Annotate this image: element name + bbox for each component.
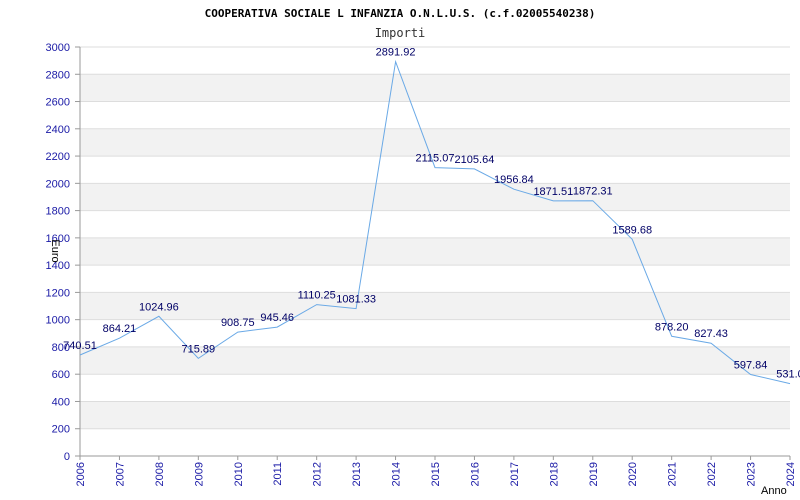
line-chart: COOPERATIVA SOCIALE L INFANZIA O.N.L.U.S… [46,7,800,497]
data-label: 597.84 [734,359,768,371]
data-label: 827.43 [694,328,728,340]
chart-subtitle: Importi [375,26,426,40]
x-tick-label: 2017 [509,462,521,486]
y-tick-label: 0 [64,451,70,463]
grid-band [80,183,790,211]
x-tick-label: 2018 [548,462,560,486]
x-tick-label: 2008 [154,462,166,486]
x-tick-label: 2009 [193,462,205,486]
x-tick-label: 2016 [469,462,481,486]
y-tick-label: 2600 [46,97,70,109]
data-label: 1872.31 [573,186,613,198]
y-tick-label: 1800 [46,206,70,218]
y-tick-label: 3000 [46,42,70,54]
x-axis-label: Anno [761,485,787,497]
data-label: 1589.68 [612,224,652,236]
data-label: 1081.33 [336,294,376,306]
x-tick-label: 2024 [785,462,797,486]
series-polyline [79,59,791,385]
x-tick-label: 2007 [114,462,126,486]
data-label: 1024.96 [139,301,179,313]
x-tick-label: 2020 [627,462,639,486]
data-label: 908.75 [221,317,255,329]
x-tick-label: 2022 [706,462,718,486]
grid-band [80,237,790,266]
x-tick-label: 2015 [430,462,442,486]
y-tick-label: 2400 [46,124,70,136]
y-tick-label: 200 [52,424,70,436]
data-label: 945.46 [260,312,294,324]
grid-band [80,401,790,429]
y-tick-label: 600 [52,369,70,381]
grid-bands [80,74,790,429]
data-label: 1871.51 [533,186,573,198]
data-label: 2115.07 [416,153,455,165]
y-tick-label: 1000 [46,315,70,327]
x-tick-label: 2011 [272,462,284,486]
data-label: 715.89 [182,343,216,355]
data-label: 2891.92 [376,47,416,59]
y-tick-label: 400 [52,396,70,408]
y-tick-label: 1200 [46,287,70,299]
chart-title: COOPERATIVA SOCIALE L INFANZIA O.N.L.U.S… [205,7,596,20]
x-tick-label: 2023 [746,462,758,486]
y-tick-label: 2200 [46,151,70,163]
data-label: 878.20 [655,321,689,333]
data-label: 1956.84 [494,174,534,186]
x-tick-label: 2021 [667,462,679,486]
x-tick-label: 2014 [391,462,403,486]
grid-band [80,292,790,320]
y-axis-label: Euro [49,239,61,262]
x-tick-label: 2013 [351,462,363,486]
data-label: 531.0 [776,369,800,381]
data-label: 864.21 [103,323,137,335]
series-line [79,59,791,385]
x-tick-label: 2012 [312,462,324,486]
y-tick-label: 2000 [46,178,70,190]
x-tick-label: 2006 [75,462,87,486]
data-label: 2105.64 [455,154,495,166]
grid-band [80,74,790,102]
x-tick-label: 2019 [588,462,600,486]
x-axis-ticks: 2006 2007 2008 2009 2010 2011 2012 2013 2014 2015… [75,456,797,486]
data-label: 740.51 [63,340,97,352]
data-label: 1110.25 [298,290,336,302]
y-tick-label: 2800 [46,69,70,81]
x-tick-label: 2010 [233,462,245,486]
